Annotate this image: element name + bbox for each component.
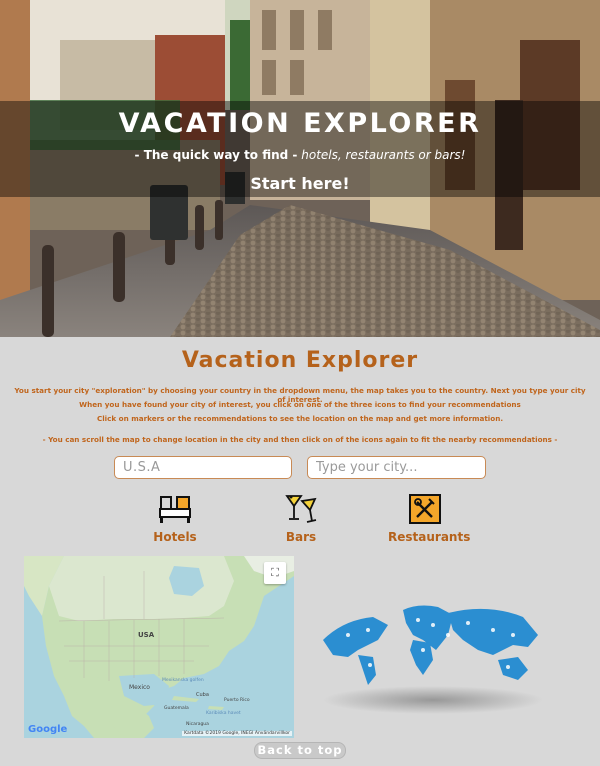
country-select-value: U.S.A — [123, 460, 161, 475]
map-tiles — [24, 556, 294, 738]
map-label-usa: USA — [138, 631, 155, 639]
map-label-nicaragua: Nicaragua — [186, 722, 209, 727]
map-label-puerto-rico: Puerto Rico — [224, 698, 250, 703]
cocktail-icon — [285, 495, 317, 523]
hero-subtitle: - The quick way to find - hotels, restau… — [0, 148, 600, 162]
intro-line-4: - You can scroll the map to change locat… — [42, 435, 558, 444]
bars-label: Bars — [285, 530, 317, 544]
back-to-top-button[interactable]: Back to top — [254, 742, 346, 759]
map-label-mexico: Mexico — [129, 684, 150, 691]
fullscreen-icon: ⛶ — [271, 566, 279, 579]
map-credits[interactable]: Kartdata ©2019 Google, INEGI Användarvil… — [182, 731, 292, 736]
start-here-link[interactable]: Start here! — [0, 174, 600, 193]
map-label-guatemala: Guatemala — [164, 706, 189, 711]
google-map[interactable]: USA Mexico Mexikanska golfen Cuba Puerto… — [24, 556, 294, 738]
intro-line-3: Click on markers or the recommendations … — [96, 414, 504, 423]
restaurants-button[interactable]: Restaurants — [388, 494, 471, 544]
hero-subtitle-rest: hotels, restaurants or bars! — [301, 148, 466, 162]
country-select[interactable]: U.S.A — [114, 456, 292, 479]
bed-icon — [159, 496, 191, 523]
fullscreen-button[interactable]: ⛶ — [264, 562, 286, 584]
world-globe-image — [323, 605, 543, 714]
hero-banner: VACATION EXPLORER - The quick way to fin… — [0, 0, 600, 337]
city-search-field[interactable] — [307, 456, 486, 479]
intro-line-2: When you have found your city of interes… — [79, 400, 521, 409]
fork-knife-icon — [409, 494, 441, 524]
hotels-button[interactable]: Hotels — [150, 494, 200, 544]
google-logo: Google — [28, 724, 68, 735]
map-label-cuba: Cuba — [196, 692, 209, 698]
city-search-input[interactable] — [316, 460, 477, 475]
hotels-label: Hotels — [153, 530, 197, 544]
map-label-caribbean: Karibiska havet — [206, 711, 241, 716]
bars-button[interactable]: Bars — [276, 492, 326, 544]
page-title: Vacation Explorer — [181, 348, 419, 373]
hero-title: VACATION EXPLORER — [118, 108, 482, 139]
hero-subtitle-lead: - The quick way to find - — [134, 148, 298, 162]
map-label-gulf: Mexikanska golfen — [162, 678, 204, 683]
restaurants-label: Restaurants — [388, 530, 471, 544]
